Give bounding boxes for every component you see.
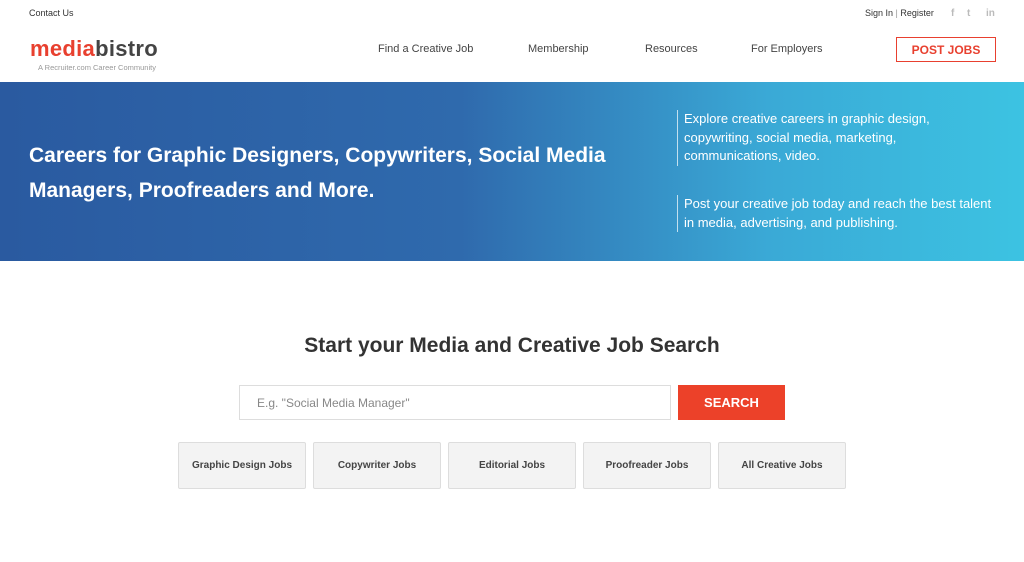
contact-us-link[interactable]: Contact Us (29, 8, 74, 18)
hero-blurb-employers: Post your creative job today and reach t… (677, 195, 997, 232)
nav-membership[interactable]: Membership (528, 43, 589, 55)
category-editorial[interactable]: Editorial Jobs (448, 442, 576, 489)
nav-find-job[interactable]: Find a Creative Job (378, 43, 473, 55)
hero-headline: Careers for Graphic Designers, Copywrite… (29, 144, 606, 202)
auth-links: Sign In | Register (865, 8, 934, 18)
sign-in-link[interactable]: Sign In (865, 8, 893, 18)
hero-banner: Careers for Graphic Designers, Copywrite… (0, 82, 1024, 261)
logo[interactable]: mediabistro A Recruiter.com Career Commu… (30, 36, 158, 72)
category-proofreader[interactable]: Proofreader Jobs (583, 442, 711, 489)
logo-bistro: bistro (95, 36, 159, 61)
facebook-icon[interactable]: f (951, 8, 954, 19)
linkedin-icon[interactable]: in (986, 8, 995, 19)
logo-tagline: A Recruiter.com Career Community (38, 63, 156, 72)
category-graphic-design[interactable]: Graphic Design Jobs (178, 442, 306, 489)
hero-blurb-seekers: Explore creative careers in graphic desi… (677, 110, 997, 166)
search-title: Start your Media and Creative Job Search (304, 334, 720, 357)
category-all-creative[interactable]: All Creative Jobs (718, 442, 846, 489)
nav-resources[interactable]: Resources (645, 43, 698, 55)
twitter-icon[interactable]: t (967, 8, 970, 19)
search-button[interactable]: SEARCH (678, 385, 785, 420)
job-search-input[interactable] (239, 385, 671, 420)
nav-for-employers[interactable]: For Employers (751, 43, 823, 55)
register-link[interactable]: Register (900, 8, 934, 18)
post-jobs-button[interactable]: POST JOBS (896, 37, 996, 62)
category-copywriter[interactable]: Copywriter Jobs (313, 442, 441, 489)
separator: | (895, 8, 898, 18)
logo-media: media (30, 36, 96, 61)
